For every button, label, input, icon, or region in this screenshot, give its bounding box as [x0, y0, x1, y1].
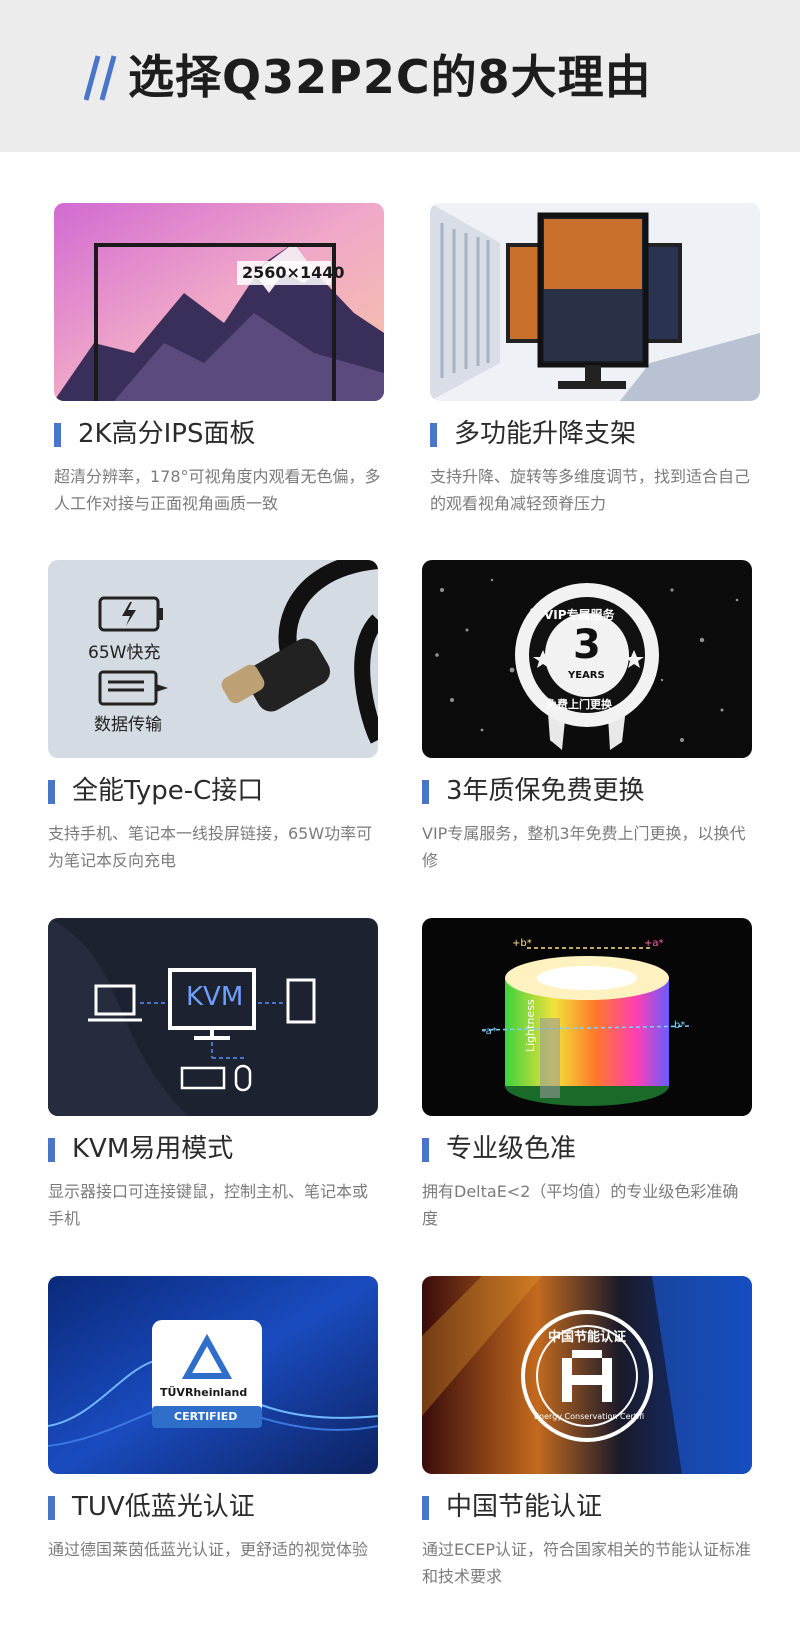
tuv-brand-label: TÜVRheinland — [160, 1386, 248, 1399]
feature-title: KVM易用模式 — [48, 1132, 378, 1166]
free-replace-label: 免费上门更换 — [546, 698, 612, 711]
feature-desc: 超清分辨率，178°可视角度内观看无色偏，多人工作对接与正面视角画质一致 — [54, 467, 381, 513]
fast-charge-label: 65W快充 — [88, 643, 161, 663]
header-banner: 选择Q32P2C的8大理由 — [0, 0, 800, 152]
page-title: 选择Q32P2C的8大理由 — [128, 50, 652, 104]
feature-card-2k-ips: 2560×1440 2K高分IPS面板 超清分辨率，178°可视角度内观看无色偏… — [54, 203, 384, 517]
feature-card-kvm: KVM KVM易用模式 显示器接口可连接键鼠，控制主机、笔记本或手机 — [48, 918, 378, 1232]
feature-image-energy-certification: 中国节能认证 Energy Conservation Certifi — [422, 1276, 752, 1474]
feature-card-color-accuracy: +b* +a* -a* b* Lightness 专业级色准 拥有DeltaE<… — [422, 918, 752, 1232]
feature-card-type-c: 65W快充 数据传输 全能Type-C接口 支持手机、笔记本一线投屏链接，65W… — [48, 560, 378, 874]
double-slash-icon — [84, 55, 117, 101]
axis-b-label: b* — [674, 1020, 686, 1031]
feature-title: 多功能升降支架 — [430, 417, 760, 451]
axis-plus-b-label: +b* — [512, 938, 532, 949]
feature-image-kvm-diagram: KVM — [48, 918, 378, 1116]
resolution-label: 2560×1440 — [242, 263, 345, 282]
lightness-label: Lightness — [524, 999, 537, 1052]
feature-desc: 支持升降、旋转等多维度调节，找到适合自己的观看视角减轻颈脊压力 — [430, 467, 751, 513]
feature-title: 3年质保免费更换 — [422, 774, 752, 808]
years-label: YEARS — [568, 670, 605, 681]
feature-desc: VIP专属服务，整机3年免费上门更换，以换代修 — [422, 824, 746, 870]
feature-card-warranty: VIP专属服务 3 YEARS 免费上门更换 3年质保免费更换 VIP专属服务，… — [422, 560, 752, 874]
feature-title: 全能Type-C接口 — [48, 774, 378, 808]
feature-title: TUV低蓝光认证 — [48, 1490, 378, 1524]
feature-desc: 显示器接口可连接键鼠，控制主机、笔记本或手机 — [48, 1182, 369, 1228]
feature-image-warranty-badge: VIP专属服务 3 YEARS 免费上门更换 — [422, 560, 752, 758]
kvm-label: KVM — [186, 982, 244, 1012]
feature-image-monitor-stand — [430, 203, 760, 401]
axis-minus-a-label: -a* — [482, 1026, 497, 1037]
axis-plus-a-label: +a* — [644, 938, 664, 949]
feature-desc: 拥有DeltaE<2（平均值）的专业级色彩准确度 — [422, 1182, 739, 1228]
feature-title: 中国节能认证 — [422, 1490, 752, 1524]
feature-card-energy: 中国节能认证 Energy Conservation Certifi 中国节能认… — [422, 1276, 752, 1590]
vip-service-label: VIP专属服务 — [544, 608, 615, 622]
feature-image-mountain-monitor: 2560×1440 — [54, 203, 384, 401]
feature-desc: 支持手机、笔记本一线投屏链接，65W功率可为笔记本反向充电 — [48, 824, 373, 870]
energy-cn-label: 中国节能认证 — [548, 1330, 627, 1345]
years-number: 3 — [573, 622, 601, 668]
feature-card-tuv: TÜVRheinland CERTIFIED TUV低蓝光认证 通过德国莱茵低蓝… — [48, 1276, 378, 1563]
feature-desc: 通过ECEP认证，符合国家相关的节能认证标准和技术要求 — [422, 1540, 752, 1586]
tuv-certified-label: CERTIFIED — [174, 1410, 238, 1423]
feature-card-stand: 多功能升降支架 支持升降、旋转等多维度调节，找到适合自己的观看视角减轻颈脊压力 — [430, 203, 760, 517]
feature-image-color-gamut: +b* +a* -a* b* Lightness — [422, 918, 752, 1116]
feature-desc: 通过德国莱茵低蓝光认证，更舒适的视觉体验 — [48, 1540, 369, 1559]
feature-title: 2K高分IPS面板 — [54, 417, 384, 451]
feature-image-type-c-cable: 65W快充 数据传输 — [48, 560, 378, 758]
feature-title: 专业级色准 — [422, 1132, 752, 1166]
data-transfer-label: 数据传输 — [94, 715, 162, 735]
feature-image-tuv-certification: TÜVRheinland CERTIFIED — [48, 1276, 378, 1474]
energy-en-label: Energy Conservation Certifi — [534, 1412, 645, 1421]
